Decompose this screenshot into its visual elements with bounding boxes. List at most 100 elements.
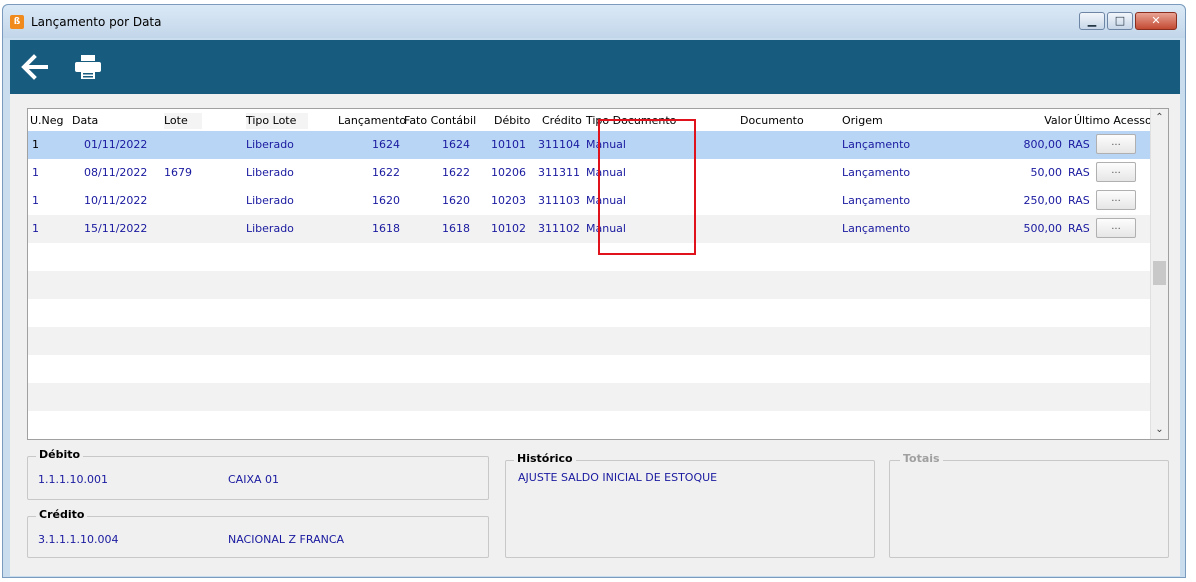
cell-origem: Lançamento [842, 222, 911, 235]
totais-group: Totais [889, 452, 1169, 558]
table-row[interactable]: 1 08/11/2022 1679 Liberado 1622 1622 102… [28, 159, 1150, 187]
cell-data: 15/11/2022 [84, 222, 148, 235]
cell-tipo-doc: Manual [586, 222, 626, 235]
historico-text: AJUSTE SALDO INICIAL DE ESTOQUE [518, 471, 718, 484]
cell-ultimo: RAS [1068, 166, 1090, 179]
scroll-down-icon[interactable]: ⌄ [1151, 421, 1168, 439]
maximize-button[interactable]: □ [1107, 12, 1133, 30]
col-tipo-documento[interactable]: Tipo Documento [586, 113, 676, 129]
printer-icon [75, 55, 101, 79]
entries-grid[interactable]: U.Neg Data Lote Tipo Lote Lançamento Fat… [27, 108, 1169, 440]
maximize-icon: □ [1114, 14, 1126, 27]
empty-row [28, 327, 1150, 355]
totais-title: Totais [900, 452, 943, 465]
ellipsis-button[interactable]: ... [1096, 218, 1136, 238]
debito-name: CAIXA 01 [228, 473, 280, 486]
cell-tipo-lote: Liberado [246, 222, 294, 235]
minimize-button[interactable]: ▁ [1079, 12, 1105, 30]
toolbar [10, 40, 1180, 94]
cell-debito: 10102 [491, 222, 526, 235]
ellipsis-button[interactable]: ... [1096, 134, 1136, 154]
cell-data: 08/11/2022 [84, 166, 148, 179]
main-window: ß Lançamento por Data ▁ □ ✕ U.Neg Data L… [2, 4, 1186, 578]
cell-tipo-lote: Liberado [246, 166, 294, 179]
col-documento[interactable]: Documento [740, 113, 804, 129]
cell-valor: 250,00 [1023, 194, 1063, 207]
cell-tipo-lote: Liberado [246, 194, 294, 207]
window-title: Lançamento por Data [31, 15, 162, 29]
cell-debito: 10206 [491, 166, 526, 179]
col-fato-contabil[interactable]: Fato Contábil [404, 113, 476, 129]
close-icon: ✕ [1151, 14, 1161, 27]
historico-title: Histórico [514, 452, 576, 465]
debito-title: Débito [36, 448, 84, 461]
debito-group: Débito 1.1.1.10.001 CAIXA 01 [27, 448, 489, 500]
cell-uneg: 1 [32, 138, 39, 151]
empty-row [28, 271, 1150, 299]
scroll-thumb[interactable] [1153, 261, 1166, 285]
cell-tipo-doc: Manual [586, 166, 626, 179]
empty-row [28, 383, 1150, 411]
title-bar[interactable]: ß Lançamento por Data ▁ □ ✕ [3, 5, 1185, 38]
cell-ultimo: RAS [1068, 194, 1090, 207]
cell-tipo-doc: Manual [586, 194, 626, 207]
cell-data: 01/11/2022 [84, 138, 148, 151]
back-button[interactable] [20, 51, 52, 83]
cell-fato: 1624 [442, 138, 470, 151]
cell-credito: 311102 [538, 222, 580, 235]
table-row[interactable]: 1 10/11/2022 Liberado 1620 1620 10203 31… [28, 187, 1150, 215]
col-uneg[interactable]: U.Neg [30, 113, 64, 129]
credito-name: NACIONAL Z FRANCA [228, 533, 345, 546]
cell-ultimo: RAS [1068, 138, 1090, 151]
cell-credito: 311104 [538, 138, 580, 151]
cell-credito: 311311 [538, 166, 580, 179]
cell-tipo-lote: Liberado [246, 138, 294, 151]
cell-debito: 10203 [491, 194, 526, 207]
cell-lancamento: 1622 [372, 166, 400, 179]
minimize-icon: ▁ [1087, 14, 1097, 27]
col-data[interactable]: Data [72, 113, 98, 129]
cell-valor: 50,00 [1030, 166, 1063, 179]
cell-data: 10/11/2022 [84, 194, 148, 207]
cell-valor: 800,00 [1023, 138, 1063, 151]
cell-lote: 1679 [164, 166, 192, 179]
close-button[interactable]: ✕ [1135, 12, 1177, 30]
col-tipo-lote[interactable]: Tipo Lote [246, 113, 308, 129]
scroll-up-icon[interactable]: ⌃ [1151, 109, 1168, 127]
col-valor[interactable]: Valor [1036, 113, 1072, 129]
cell-credito: 311103 [538, 194, 580, 207]
window-controls: ▁ □ ✕ [1079, 12, 1177, 30]
col-ultimo-acesso[interactable]: Último Acesso [1074, 113, 1152, 129]
cell-uneg: 1 [32, 194, 39, 207]
vertical-scrollbar[interactable]: ⌃ ⌄ [1150, 109, 1168, 439]
col-origem[interactable]: Origem [842, 113, 883, 129]
table-row[interactable]: 1 15/11/2022 Liberado 1618 1618 10102 31… [28, 215, 1150, 243]
cell-origem: Lançamento [842, 194, 911, 207]
credito-code: 3.1.1.1.10.004 [38, 533, 119, 546]
ellipsis-button[interactable]: ... [1096, 190, 1136, 210]
cell-ultimo: RAS [1068, 222, 1090, 235]
grid-header: U.Neg Data Lote Tipo Lote Lançamento Fat… [28, 109, 1152, 131]
cell-origem: Lançamento [842, 138, 911, 151]
col-debito[interactable]: Débito [494, 113, 530, 129]
col-lote[interactable]: Lote [164, 113, 202, 129]
table-row[interactable]: 1 01/11/2022 Liberado 1624 1624 10101 31… [28, 131, 1150, 159]
ellipsis-button[interactable]: ... [1096, 162, 1136, 182]
content-area: U.Neg Data Lote Tipo Lote Lançamento Fat… [10, 94, 1180, 576]
col-lancamento[interactable]: Lançamento [338, 113, 406, 129]
col-credito[interactable]: Crédito [542, 113, 582, 129]
cell-uneg: 1 [32, 222, 39, 235]
print-button[interactable] [72, 51, 104, 83]
cell-lancamento: 1624 [372, 138, 400, 151]
debito-code: 1.1.1.10.001 [38, 473, 108, 486]
cell-uneg: 1 [32, 166, 39, 179]
cell-fato: 1622 [442, 166, 470, 179]
cell-lancamento: 1620 [372, 194, 400, 207]
cell-tipo-doc: Manual [586, 138, 626, 151]
cell-fato: 1618 [442, 222, 470, 235]
cell-origem: Lançamento [842, 166, 911, 179]
cell-lancamento: 1618 [372, 222, 400, 235]
credito-title: Crédito [36, 508, 88, 521]
cell-fato: 1620 [442, 194, 470, 207]
credito-group: Crédito 3.1.1.1.10.004 NACIONAL Z FRANCA [27, 508, 489, 558]
